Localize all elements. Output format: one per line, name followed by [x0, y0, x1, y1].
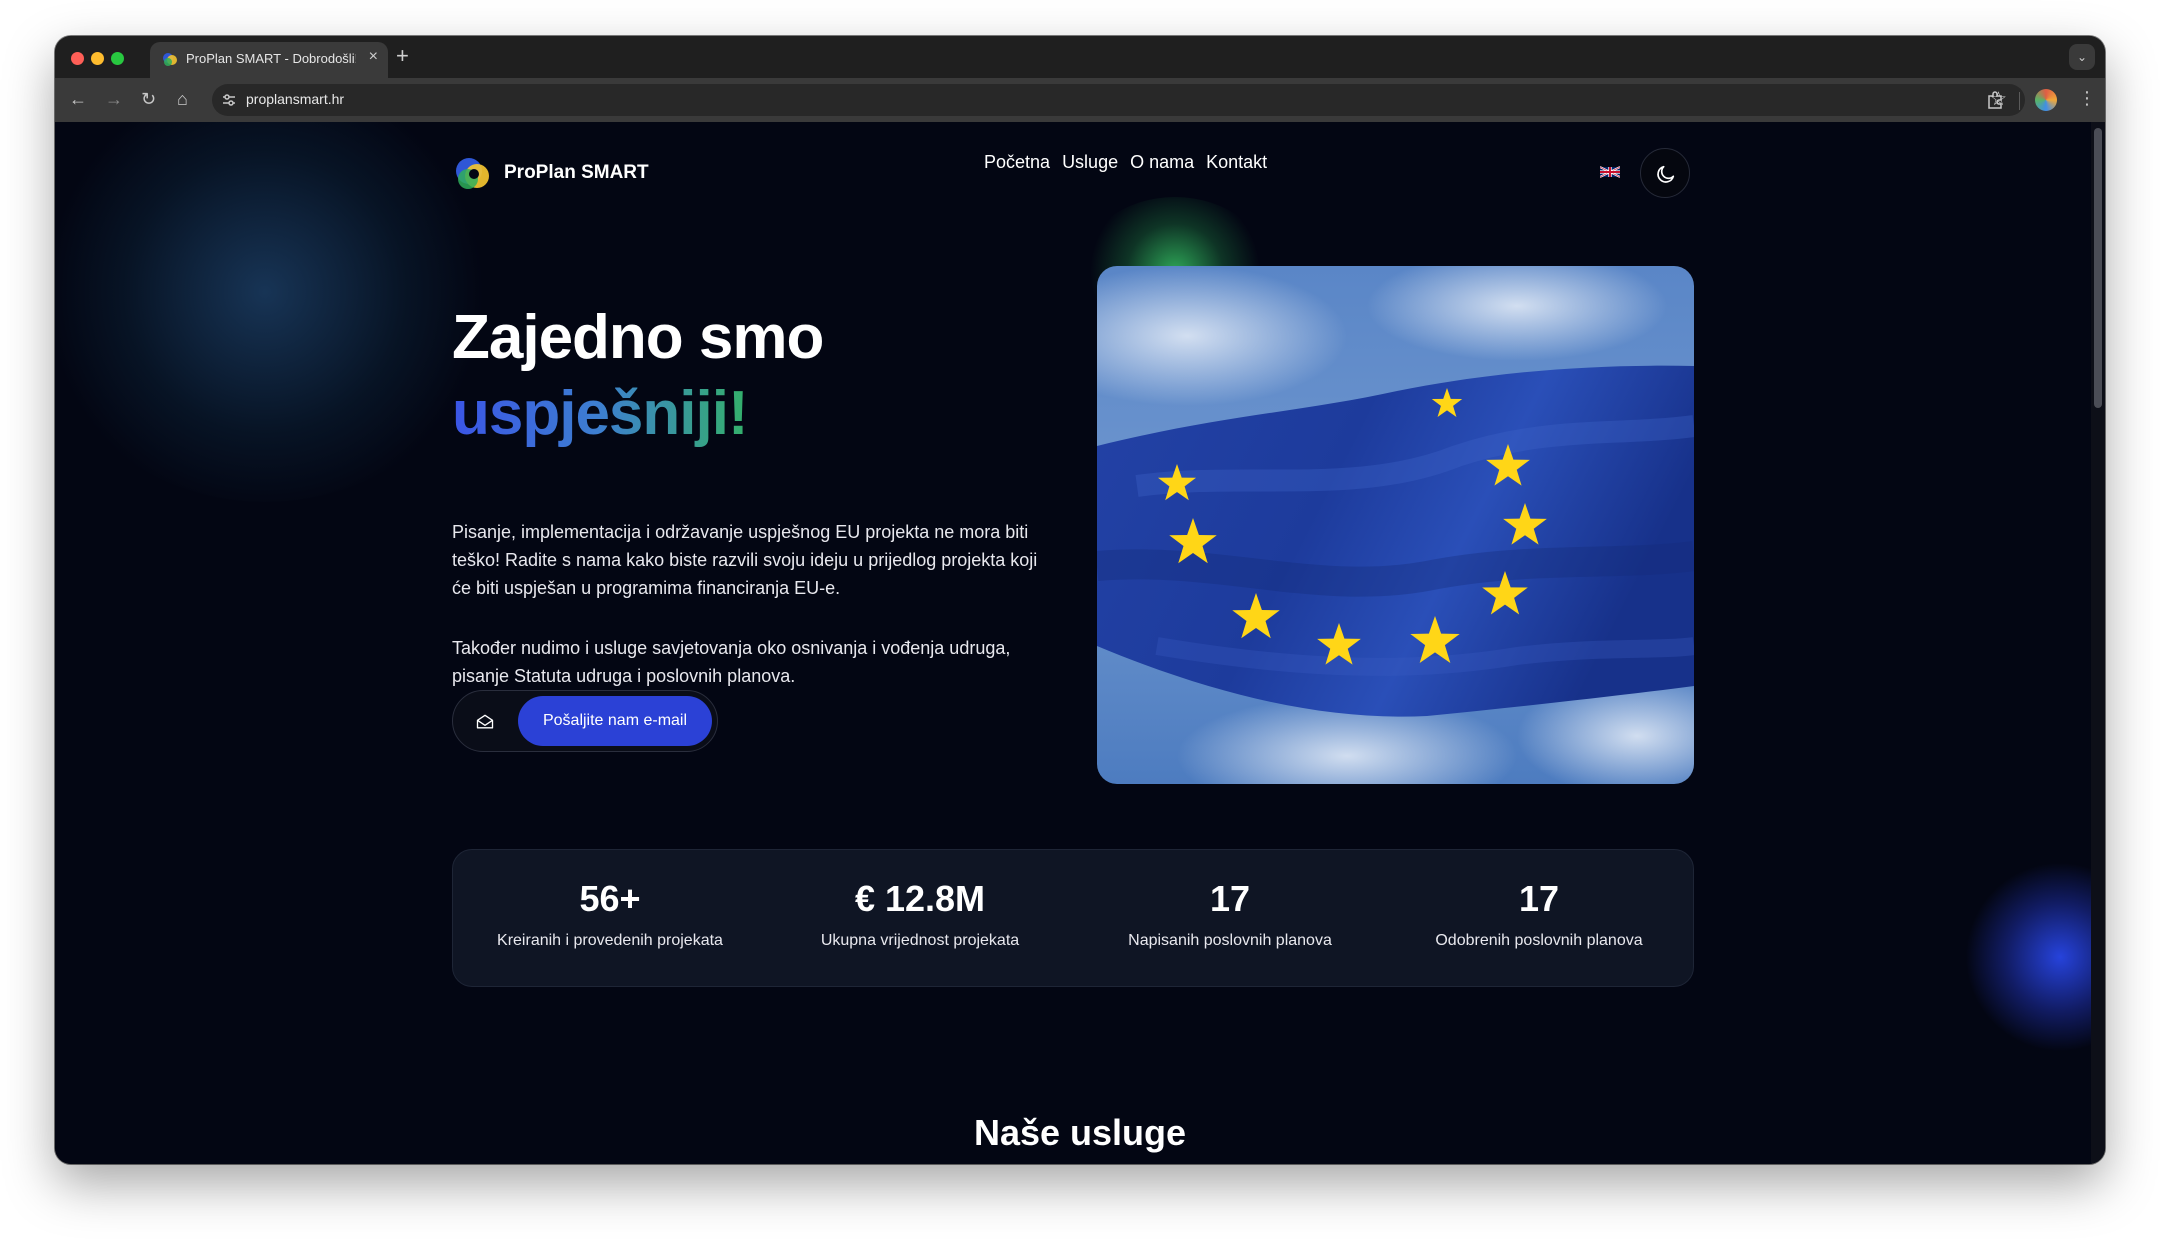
dark-mode-toggle-button[interactable] — [1640, 148, 1690, 198]
stat-value: € 12.8M — [854, 878, 986, 919]
nav-link-usluge[interactable]: Usluge — [1062, 152, 1118, 173]
services-section-title: Naše usluge — [973, 1112, 1187, 1153]
envelope-icon[interactable] — [475, 712, 495, 732]
stat-label: Odobrenih poslovnih planova — [1435, 932, 1643, 949]
site-favicon-icon — [163, 53, 177, 66]
send-email-button[interactable]: Pošaljite nam e-mail — [518, 696, 712, 746]
back-icon[interactable]: ← — [69, 89, 87, 109]
browser-window: ProPlan SMART - Dobrodošli! × + ⌄ ← → ↻ … — [55, 36, 2105, 1164]
new-tab-button[interactable]: + — [396, 43, 409, 69]
browser-toolbar: ← → ↻ ⌂ proplansmart.hr ☆ ⋮ — [55, 78, 2105, 122]
moon-icon — [1657, 165, 1675, 183]
tab-close-icon[interactable]: × — [369, 48, 378, 66]
hero-paragraph-2: Također nudimo i usluge savjetovanja oko… — [452, 638, 1011, 686]
stat-label: Ukupna vrijednost projekata — [820, 932, 1020, 949]
url-text: proplansmart.hr — [246, 91, 345, 107]
main-navigation: Početna Usluge O nama Kontakt — [984, 152, 1267, 173]
background-glow — [55, 122, 495, 502]
extensions-icon[interactable] — [1985, 90, 2005, 110]
home-icon[interactable]: ⌂ — [177, 89, 188, 109]
browser-menu-icon[interactable]: ⋮ — [2078, 88, 2096, 109]
nav-link-pocetna[interactable]: Početna — [984, 152, 1050, 173]
stat-label: Napisanih poslovnih planova — [1128, 932, 1332, 949]
site-settings-icon[interactable] — [221, 92, 237, 108]
reload-icon[interactable]: ↻ — [141, 89, 156, 109]
minimize-window-button[interactable] — [91, 52, 104, 65]
hero-title: Zajedno smo — [452, 303, 824, 372]
brand-name[interactable]: ProPlan SMART — [504, 162, 649, 184]
forward-icon[interactable]: → — [105, 89, 123, 109]
eu-flag-illustration — [1097, 266, 1694, 784]
stat-value: 17 — [1209, 878, 1251, 919]
web-page: ProPlan SMART Početna Usluge O nama Kont… — [55, 122, 2105, 1164]
stat-label: Kreiranih i provedenih projekata — [497, 932, 723, 949]
toolbar-divider — [2019, 92, 2020, 110]
scrollbar-thumb[interactable] — [2094, 128, 2102, 408]
uk-flag-language-icon[interactable] — [1600, 166, 1620, 178]
tab-search-dropdown-icon[interactable]: ⌄ — [2069, 44, 2095, 70]
nav-link-kontakt[interactable]: Kontakt — [1206, 152, 1267, 173]
stat-value: 56+ — [579, 878, 641, 919]
nav-link-o-nama[interactable]: O nama — [1130, 152, 1194, 173]
page-scrollbar[interactable] — [2091, 122, 2105, 1164]
stat-value: 17 — [1518, 878, 1560, 919]
address-bar[interactable]: proplansmart.hr ☆ — [212, 84, 2025, 116]
stats-card: 56+ Kreiranih i provedenih projekata € 1… — [452, 849, 1694, 987]
tab-title: ProPlan SMART - Dobrodošli! — [186, 51, 356, 66]
maximize-window-button[interactable] — [111, 52, 124, 65]
email-cta-group: Pošaljite nam e-mail — [452, 690, 718, 752]
eu-flag-image — [1097, 266, 1694, 784]
close-window-button[interactable] — [71, 52, 84, 65]
profile-avatar[interactable] — [2035, 89, 2057, 111]
hero-title-accent: uspješniji! — [452, 376, 749, 452]
browser-tab[interactable]: ProPlan SMART - Dobrodošli! × — [150, 42, 388, 78]
background-glow — [1965, 862, 2105, 1052]
tab-bar: ProPlan SMART - Dobrodošli! × + ⌄ — [55, 36, 2105, 78]
hero-paragraph-1: Pisanje, implementacija i održavanje usp… — [452, 522, 1038, 598]
proplan-logo-icon[interactable] — [453, 154, 493, 194]
